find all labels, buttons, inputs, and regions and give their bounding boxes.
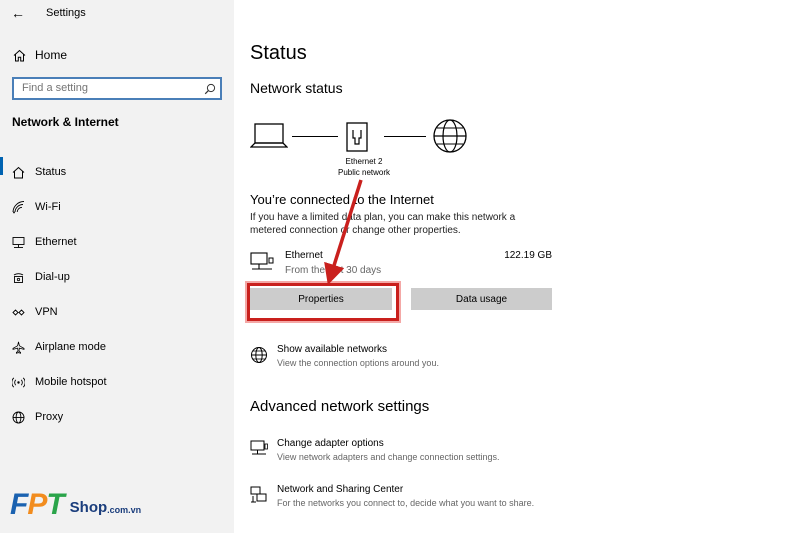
sidebar: ← Settings Home Find a setting Network &…	[0, 0, 234, 533]
wifi-icon	[11, 201, 25, 215]
logo-domain: .com.vn	[107, 505, 142, 515]
fpt-shop-logo: FPT Shop .com.vn	[10, 488, 141, 522]
sharing-center-icon	[250, 486, 268, 509]
dialup-icon	[11, 271, 25, 285]
link-title: Show available networks	[277, 344, 388, 355]
sidebar-item-proxy[interactable]: Proxy	[0, 400, 234, 435]
app-title: Settings	[46, 7, 86, 19]
sidebar-item-ethernet[interactable]: Ethernet	[0, 225, 234, 260]
home-icon	[11, 166, 25, 180]
sidebar-item-airplane-mode[interactable]: Airplane mode	[0, 330, 234, 365]
sidebar-item-mobile-hotspot[interactable]: Mobile hotspot	[0, 365, 234, 400]
link-title: Network and Sharing Center	[277, 484, 404, 495]
link-subtitle: View network adapters and change connect…	[277, 452, 500, 462]
nav-home[interactable]: Home	[12, 46, 67, 64]
sidebar-item-dialup[interactable]: Dial-up	[0, 260, 234, 295]
logo-shop: Shop	[69, 499, 108, 516]
sidebar-item-label: Mobile hotspot	[35, 375, 107, 388]
logo-brand: FPT	[10, 488, 65, 521]
selection-indicator	[0, 157, 3, 175]
data-usage-button[interactable]: Data usage	[411, 288, 552, 310]
hotspot-icon	[11, 376, 25, 390]
change-adapter-options-link[interactable]: Change adapter options View network adap…	[250, 438, 570, 468]
sidebar-item-label: Proxy	[35, 410, 64, 423]
page-title: Status	[250, 42, 307, 64]
adapter-icon	[250, 440, 268, 463]
title-bar: ← Settings	[0, 0, 234, 28]
link-subtitle: For the networks you connect to, decide …	[277, 498, 535, 508]
home-label: Home	[35, 48, 68, 62]
search-icon[interactable]	[204, 82, 216, 100]
sidebar-item-label: Airplane mode	[35, 340, 106, 353]
section-heading: Network & Internet	[12, 115, 119, 129]
globe-icon	[11, 411, 25, 425]
vpn-icon	[11, 306, 25, 320]
ethernet-usage-row: Ethernet From the last 30 days 122.19 GB	[250, 250, 552, 280]
globe-icon	[432, 118, 468, 159]
sidebar-item-status[interactable]: Status	[0, 155, 234, 190]
sidebar-item-label: Wi-Fi	[35, 200, 61, 213]
sidebar-item-label: VPN	[35, 305, 58, 318]
network-status-heading: Network status	[250, 80, 343, 96]
laptop-icon	[249, 122, 289, 155]
network-diagram: Ethernet 2 Public network	[249, 118, 510, 180]
home-icon	[12, 49, 26, 62]
advanced-settings-heading: Advanced network settings	[250, 398, 430, 415]
highlight-box	[247, 283, 399, 321]
sidebar-item-vpn[interactable]: VPN	[0, 295, 234, 330]
ethernet-name: Ethernet	[285, 250, 323, 261]
back-arrow-icon[interactable]: ←	[11, 5, 25, 21]
search-placeholder: Find a setting	[22, 82, 89, 94]
usage-period: From the last 30 days	[285, 265, 382, 276]
data-usage-amount: 122.19 GB	[504, 250, 552, 261]
ethernet-icon	[250, 252, 274, 279]
sidebar-item-wifi[interactable]: Wi-Fi	[0, 190, 234, 225]
sidebar-item-label: Ethernet	[35, 235, 77, 248]
network-type: Public network	[337, 168, 391, 177]
sidebar-item-label: Status	[35, 165, 67, 178]
main-content: Status Network status Ethernet 2 Public …	[234, 0, 800, 533]
show-available-networks-link[interactable]: Show available networks View the connect…	[250, 344, 570, 374]
ethernet-port-icon	[346, 122, 368, 157]
link-title: Change adapter options	[277, 438, 384, 449]
sidebar-item-label: Dial-up	[35, 270, 70, 283]
description-line: metered connection or change other prope…	[250, 225, 461, 236]
airplane-icon	[11, 341, 25, 355]
network-name: Ethernet 2	[345, 157, 383, 166]
network-sharing-center-link[interactable]: Network and Sharing Center For the netwo…	[250, 484, 570, 514]
ethernet-icon	[11, 236, 25, 250]
connection-status-heading: You’re connected to the Internet	[250, 192, 434, 207]
nav-list: Status Wi-Fi Ethernet Dial-up VPN Airpla…	[0, 155, 234, 435]
connector-line	[292, 136, 338, 137]
description-line: If you have a limited data plan, you can…	[250, 212, 516, 223]
globe-icon	[250, 346, 268, 369]
connector-line	[384, 136, 426, 137]
search-input[interactable]: Find a setting	[12, 77, 222, 100]
link-subtitle: View the connection options around you.	[277, 358, 439, 368]
